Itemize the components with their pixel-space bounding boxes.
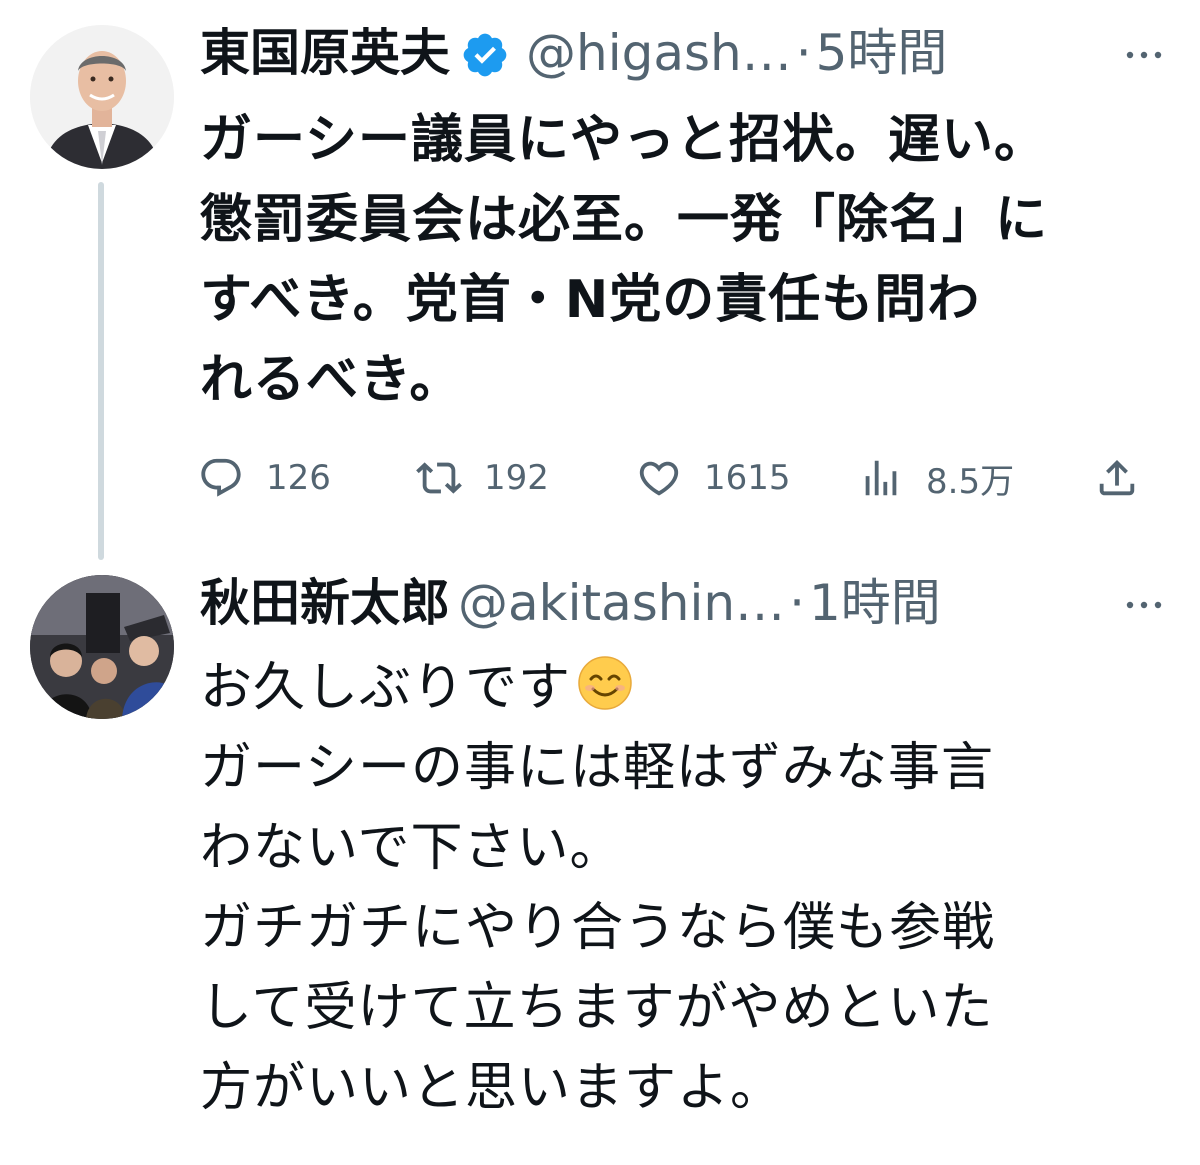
- author-handle[interactable]: @higash…: [526, 18, 792, 88]
- share-icon: [1099, 459, 1135, 496]
- more-options-icon[interactable]: [1124, 47, 1164, 61]
- separator-dot: ·: [795, 24, 812, 82]
- view-count: 8.5万: [926, 461, 1015, 502]
- timestamp[interactable]: 1時間: [809, 568, 941, 638]
- text-line: 方がいいと思いますよ。: [200, 1058, 784, 1118]
- reply-icon: [201, 458, 241, 497]
- views-button[interactable]: 8.5万: [858, 448, 1014, 508]
- text-line: お久しぶりです: [200, 658, 572, 718]
- avatar-group-photo-icon: [30, 575, 174, 719]
- text-line: ガチガチにやり合うなら僕も参戦: [200, 898, 996, 958]
- text-line: ガーシーの事には軽はずみな事言: [200, 738, 994, 798]
- tweet-header: 秋田新太郎 @akitashin… · 1時間: [200, 568, 941, 638]
- heart-icon: [639, 461, 679, 496]
- thread-connector-line: [98, 182, 104, 560]
- reply-button[interactable]: 126: [198, 448, 331, 508]
- author-name[interactable]: 東国原英夫: [200, 18, 450, 88]
- tweet-higashikokubaru[interactable]: 東国原英夫 @higash… · 5時間 ガーシー議員にやっと招状。遅い。 懲罰…: [0, 0, 1200, 560]
- more-options-icon[interactable]: [1124, 597, 1164, 611]
- text-line: わないで下さい。: [200, 818, 623, 878]
- smiling-face-emoji: [577, 654, 633, 710]
- separator-dot: ·: [789, 574, 805, 632]
- like-count: 1615: [704, 458, 791, 498]
- verified-badge-icon: [460, 28, 510, 78]
- share-button[interactable]: [1094, 448, 1140, 508]
- analytics-icon: [865, 460, 897, 496]
- retweet-button[interactable]: 192: [416, 448, 549, 508]
- tweet-akita[interactable]: 秋田新太郎 @akitashin… · 1時間 お久しぶりです ガーシーの事には…: [0, 560, 1200, 1165]
- like-button[interactable]: 1615: [636, 448, 791, 508]
- reply-count: 126: [266, 458, 331, 498]
- avatar-portrait-icon: [30, 25, 174, 169]
- retweet-count: 192: [484, 458, 549, 498]
- avatar[interactable]: [30, 575, 174, 719]
- text-line: して受けて立ちますがやめといた: [200, 978, 994, 1038]
- tweet-header: 東国原英夫 @higash… · 5時間: [200, 18, 947, 88]
- tweet-actions: 126 192 1615 8.5万: [198, 448, 1144, 508]
- tweet-text: お久しぶりです ガーシーの事には軽はずみな事言 わないで下さい。 ガチガチにやり…: [200, 648, 1160, 1128]
- tweet-text: ガーシー議員にやっと招状。遅い。 懲罰委員会は必至。一発「除名」に すべき。党首…: [200, 110, 1049, 410]
- retweet-icon: [416, 462, 462, 494]
- author-handle[interactable]: @akitashin…: [458, 568, 785, 638]
- timestamp[interactable]: 5時間: [816, 18, 948, 88]
- avatar[interactable]: [30, 25, 174, 169]
- author-name[interactable]: 秋田新太郎: [200, 568, 450, 638]
